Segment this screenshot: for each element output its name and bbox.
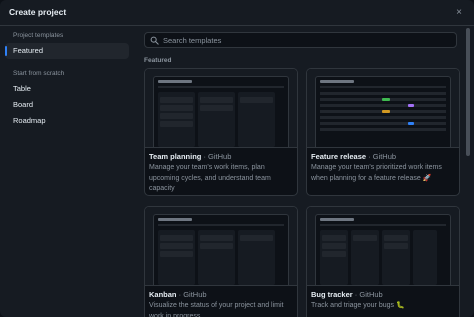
template-name-line: Team planning · GitHub [149,152,293,162]
close-icon[interactable]: × [452,5,466,19]
preview-item [240,235,273,241]
template-card-kanban[interactable]: Kanban · GitHub Visualize the status of … [144,206,298,317]
preview-item [322,251,346,257]
preview-title-bar [320,80,354,83]
preview-screenshot [153,76,289,147]
dialog-title: Create project [9,7,67,17]
template-preview [307,207,459,285]
search-box[interactable] [144,32,457,48]
preview-row [320,104,446,107]
preview-row [320,122,446,125]
preview-item [160,243,193,249]
project-templates-label: Project templates [13,32,64,39]
template-description: Manage your team's work items, plan upco… [149,164,271,192]
preview-title-bar [158,80,192,83]
preview-item [200,235,233,241]
preview-tabs [158,224,284,226]
template-name: Team planning [149,152,202,161]
preview-column [198,92,235,147]
preview-item [353,235,377,241]
preview-row [320,116,446,119]
sidebar-item-table[interactable]: Table [5,81,129,97]
preview-item [240,97,273,103]
template-owner: GitHub [372,152,397,161]
preview-column [413,230,437,285]
template-info: Team planning · GitHub Manage your team'… [145,147,297,195]
dialog-header: Create project × [0,0,474,26]
preview-item [200,243,233,249]
preview-item [160,121,193,127]
preview-item [200,97,233,103]
preview-item [200,105,233,111]
template-info: Feature release · GitHub Manage your tea… [307,147,459,195]
template-name-line: Feature release · GitHub [311,152,455,162]
template-card-bug-tracker[interactable]: Bug tracker · GitHub Track and triage yo… [306,206,460,317]
preview-screenshot [153,214,289,285]
preview-status-chip [408,104,414,107]
template-preview [145,207,297,285]
preview-item [384,243,408,249]
preview-item [322,235,346,241]
template-info: Kanban · GitHub Visualize the status of … [145,285,297,317]
preview-row [320,128,446,131]
template-name-line: Bug tracker · GitHub [311,290,455,300]
create-project-dialog: Create project × Project templates Featu… [0,0,474,317]
search-input[interactable] [163,33,453,47]
preview-tabs [320,86,446,88]
preview-column [382,230,410,285]
template-description: Visualize the status of your project and… [149,302,284,317]
preview-column [198,230,235,285]
template-card-feature-release[interactable]: Feature release · GitHub Manage your tea… [306,68,460,196]
preview-title-bar [158,218,192,221]
preview-status-chip [408,122,414,125]
preview-column [158,92,195,147]
preview-item [384,235,408,241]
name-separator: · [366,152,373,161]
template-owner: GitHub [183,290,207,299]
preview-tabs [320,224,446,226]
preview-column [238,92,275,147]
preview-row [320,92,446,95]
template-owner: GitHub [359,290,383,299]
preview-screenshot [315,76,451,147]
template-name: Kanban [149,290,177,299]
template-name-line: Kanban · GitHub [149,290,293,300]
sidebar-item-roadmap[interactable]: Roadmap [5,113,129,129]
preview-item [160,235,193,241]
template-preview [307,69,459,147]
templates-panel: Featured [136,26,474,317]
preview-item [160,113,193,119]
scrollbar[interactable] [466,28,470,317]
sidebar-item-featured[interactable]: Featured [5,43,129,59]
preview-status-chip [382,98,390,101]
start-from-scratch-label: Start from scratch [13,70,65,77]
template-owner: GitHub [208,152,232,161]
template-description: Track and triage your bugs 🐛 [311,302,405,309]
template-info: Bug tracker · GitHub Track and triage yo… [307,285,459,317]
template-card-team-planning[interactable]: Team planning · GitHub Manage your team'… [144,68,298,196]
preview-item [160,97,193,103]
preview-tabs [158,86,284,88]
preview-column [238,230,275,285]
preview-title-bar [320,218,354,221]
template-name: Bug tracker [311,290,353,299]
preview-status-chip [382,110,390,113]
preview-item [160,105,193,111]
sidebar-item-board[interactable]: Board [5,97,129,113]
preview-column [351,230,379,285]
template-name: Feature release [311,152,367,161]
preview-column [320,230,348,285]
preview-screenshot [315,214,451,285]
preview-item [322,243,346,249]
sidebar: Project templates Featured Start from sc… [0,26,136,317]
template-preview [145,69,297,147]
scrollbar-thumb[interactable] [466,28,470,156]
featured-section-label: Featured [144,57,172,64]
preview-column [158,230,195,285]
template-description: Manage your team's prioritized work item… [311,164,442,182]
preview-item [160,251,193,257]
search-icon [150,36,159,45]
